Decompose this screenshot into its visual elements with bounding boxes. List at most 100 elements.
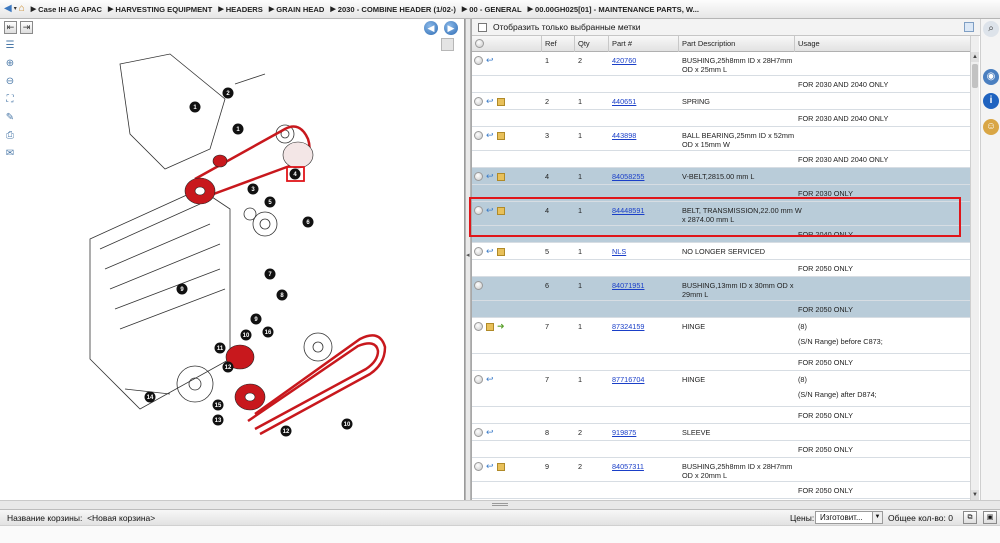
link-icon[interactable]: ↩ <box>486 56 494 65</box>
table-row-note[interactable]: FOR 2030 AND 2040 ONLY <box>472 110 972 127</box>
callout[interactable]: 11 <box>217 346 224 352</box>
table-row-note[interactable]: FOR 2050 ONLY <box>472 354 972 371</box>
scroll-up-button[interactable]: ▲ <box>971 52 979 62</box>
window-button[interactable]: ▣ <box>983 511 997 524</box>
back-icon[interactable]: ◀ <box>4 4 12 14</box>
user-icon[interactable]: ☺ <box>983 119 999 135</box>
breadcrumb-item[interactable]: ▶ 00.00GH025[01] - MAINTENANCE PARTS, W..… <box>528 5 699 14</box>
col-desc[interactable]: Part Description <box>679 36 795 52</box>
breadcrumb-item[interactable]: ▶ HEADERS <box>218 5 263 14</box>
box-icon[interactable] <box>496 247 505 256</box>
menu-icon[interactable]: ☰ <box>3 39 17 53</box>
table-row[interactable]: ↩ 1 2 420760 BUSHING,25h8mm ID x 28H7mm OD x… <box>472 52 972 76</box>
globe-icon[interactable]: ◉ <box>983 69 999 85</box>
hotspot-icon[interactable]: ✎ <box>3 111 17 125</box>
table-row-note[interactable]: FOR 2050 ONLY <box>472 301 972 318</box>
box-icon[interactable] <box>496 131 505 140</box>
part-link[interactable]: 87324159 <box>612 322 644 331</box>
table-row-note[interactable]: FOR 2030 AND 2040 ONLY <box>472 76 972 93</box>
collapse-icon[interactable]: ◂ <box>466 251 470 259</box>
table-row[interactable]: ↩ 8 2 919875 SLEEVE <box>472 424 972 441</box>
box-icon[interactable] <box>486 322 494 331</box>
expand-left-button[interactable]: ⇤ <box>4 21 17 34</box>
callout[interactable]: 10 <box>344 422 351 428</box>
col-ref[interactable]: Ref <box>542 36 575 52</box>
callout[interactable]: 12 <box>283 429 290 435</box>
breadcrumb-item[interactable]: ▶ HARVESTING EQUIPMENT <box>108 5 212 14</box>
part-link[interactable]: 443898 <box>612 131 636 140</box>
add-icon[interactable] <box>474 462 483 471</box>
add-icon[interactable] <box>474 172 483 181</box>
callout[interactable]: 16 <box>265 330 272 336</box>
box-icon[interactable] <box>496 172 505 181</box>
table-row[interactable]: ↩ 9 2 84057311 BUSHING,25h8mm ID x 28H7mm OD… <box>472 458 972 482</box>
col-qty[interactable]: Qty <box>575 36 609 52</box>
callout[interactable]: 15 <box>215 403 222 409</box>
box-icon[interactable] <box>496 462 505 471</box>
filter-icon[interactable] <box>964 22 974 32</box>
callout[interactable]: 13 <box>215 418 222 424</box>
table-scrollbar[interactable]: ▲ ▼ <box>970 36 979 500</box>
table-row[interactable]: ↩ 3 1 443898 BALL BEARING,25mm ID x 52mm OD … <box>472 127 972 151</box>
link-icon[interactable]: ↩ <box>486 97 494 106</box>
splitter-grip[interactable] <box>492 503 508 506</box>
part-link[interactable]: 84071951 <box>612 281 644 290</box>
add-all-icon[interactable] <box>475 39 484 48</box>
add-icon[interactable] <box>474 428 483 437</box>
parts-diagram[interactable]: 1 2 1 3 4 5 6 7 8 9 9 10 11 12 16 15 13 … <box>60 39 450 469</box>
horizontal-splitter[interactable] <box>0 500 1000 509</box>
breadcrumb-item[interactable]: ▶ Case IH AG APAC <box>31 5 102 14</box>
arrow-icon[interactable]: ➜ <box>497 322 505 331</box>
search-icon[interactable]: ⌕ <box>983 21 999 37</box>
next-page-button[interactable]: ▶ <box>444 21 458 35</box>
callout[interactable]: 12 <box>225 365 232 371</box>
add-icon[interactable] <box>474 97 483 106</box>
chevron-down-icon[interactable]: ▼ <box>872 512 882 523</box>
add-icon[interactable] <box>474 56 483 65</box>
add-icon[interactable] <box>474 247 483 256</box>
breadcrumb-item[interactable]: ▶ GRAIN HEAD <box>269 5 325 14</box>
scroll-down-button[interactable]: ▼ <box>971 490 979 500</box>
dropdown-icon[interactable]: ▾ <box>14 6 17 12</box>
table-row[interactable]: ➜ 7 1 87324159 HINGE (8) (S/N Range) before C8… <box>472 318 972 354</box>
part-link[interactable]: 84058255 <box>612 172 644 181</box>
table-row[interactable]: ↩ 2 1 440651 SPRING <box>472 93 972 110</box>
show-selected-checkbox[interactable] <box>478 22 487 32</box>
part-link[interactable]: NLS <box>612 247 626 256</box>
table-row-note[interactable]: FOR 2050 ONLY <box>472 441 972 458</box>
callout[interactable]: 10 <box>243 333 250 339</box>
part-link[interactable]: 84057311 <box>612 462 644 471</box>
add-icon[interactable] <box>474 131 483 140</box>
zoom-in-icon[interactable]: ⊕ <box>3 57 17 71</box>
mail-icon[interactable]: ✉ <box>3 147 17 161</box>
part-link[interactable]: 919875 <box>612 428 636 437</box>
fit-icon[interactable]: ⛶ <box>3 93 17 107</box>
zoom-out-icon[interactable]: ⊖ <box>3 75 17 89</box>
cart-value[interactable]: <Новая корзина> <box>87 513 155 523</box>
copy-button[interactable]: ⧉ <box>963 511 977 524</box>
table-row[interactable]: ↩ 5 1 NLS NO LONGER SERVICED <box>472 243 972 260</box>
callout[interactable]: 14 <box>147 395 154 401</box>
add-icon[interactable] <box>474 322 483 331</box>
prev-page-button[interactable]: ◀ <box>424 21 438 35</box>
table-row-note[interactable]: FOR 2050 ONLY <box>472 260 972 277</box>
table-row[interactable]: ↩ 4 1 84058255 V-BELT,2815.00 mm L <box>472 168 972 185</box>
link-icon[interactable]: ↩ <box>486 462 494 471</box>
breadcrumb-item[interactable]: ▶ 2030 - COMBINE HEADER (1/02-) <box>330 5 456 14</box>
col-usage[interactable]: Usage <box>795 36 972 52</box>
link-icon[interactable]: ↩ <box>486 247 494 256</box>
prices-select[interactable]: Изготовит... ▼ <box>815 511 883 524</box>
table-row-note[interactable]: FOR 2050 ONLY <box>472 482 972 499</box>
link-icon[interactable]: ↩ <box>486 172 494 181</box>
scroll-thumb[interactable] <box>972 64 978 88</box>
link-icon[interactable]: ↩ <box>486 131 494 140</box>
col-controls[interactable] <box>472 36 542 52</box>
table-row-note[interactable]: FOR 2030 AND 2040 ONLY <box>472 151 972 168</box>
expand-right-button[interactable]: ⇥ <box>20 21 33 34</box>
link-icon[interactable]: ↩ <box>486 428 494 437</box>
info-icon[interactable]: i <box>983 93 999 109</box>
table-row-note[interactable]: FOR 2050 ONLY <box>472 407 972 424</box>
add-icon[interactable] <box>474 375 483 384</box>
print-icon[interactable]: ⎙ <box>3 129 17 143</box>
home-icon[interactable]: ⌂ <box>19 4 25 14</box>
